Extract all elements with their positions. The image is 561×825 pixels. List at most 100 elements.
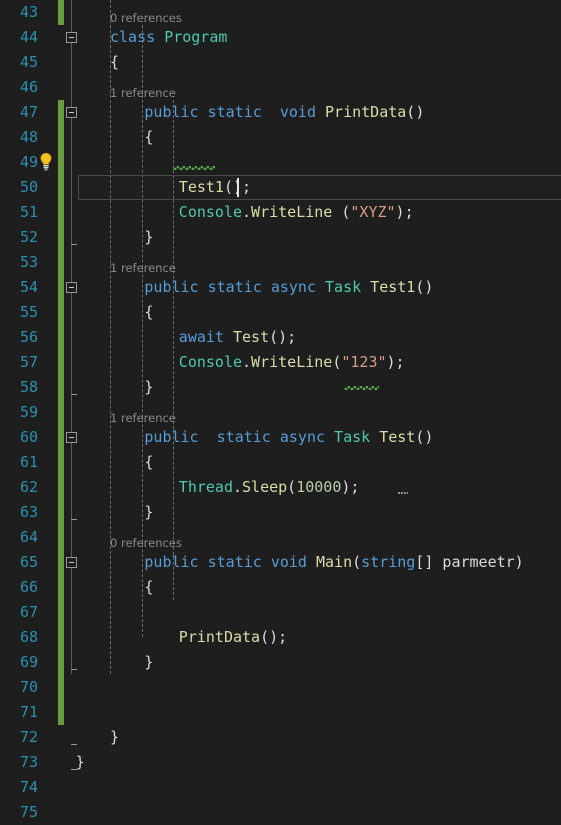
code-line[interactable]: }	[144, 225, 153, 250]
collapse-toggle[interactable]	[66, 557, 77, 568]
change-bar	[58, 425, 64, 450]
code-token: void	[270, 103, 326, 121]
code-line[interactable]: {	[144, 450, 153, 475]
code-line[interactable]: await Test();	[179, 325, 296, 350]
code-token: (	[332, 353, 342, 371]
code-line[interactable]: PrintData();	[179, 625, 287, 650]
change-bar	[58, 300, 64, 325]
line-number: 68	[19, 628, 38, 646]
code-token: (	[287, 478, 297, 496]
code-token: PrintData	[178, 628, 261, 646]
line-number: 56	[19, 328, 38, 346]
current-line-highlight	[78, 175, 561, 200]
change-bar	[58, 150, 64, 175]
code-line[interactable]: Console.WriteLine ("XYZ");	[179, 200, 414, 225]
code-token: 10000	[296, 478, 342, 496]
line-number: 49	[19, 153, 38, 171]
line-number: 50	[19, 178, 38, 196]
change-bar	[58, 375, 64, 400]
line-number: 67	[19, 603, 38, 621]
change-bar	[58, 500, 64, 525]
code-editor-canvas[interactable]: 43 44 45 46 47 48 49 50 51 52 53 54 55 56 57 58 59 60 61 62…	[0, 0, 561, 821]
change-bar	[58, 550, 64, 575]
code-token: ()	[415, 428, 434, 446]
code-line[interactable]: Test1();	[179, 175, 251, 200]
code-token: await	[178, 328, 233, 346]
lightbulb-icon[interactable]	[38, 152, 54, 172]
folding-region-end	[71, 519, 77, 520]
code-line[interactable]: {	[144, 300, 153, 325]
code-token: Test	[379, 428, 416, 446]
code-line[interactable]: }	[110, 725, 119, 750]
code-token: Test1	[370, 278, 416, 296]
code-line[interactable]: public static async Task Test()	[144, 425, 433, 450]
change-bar	[58, 650, 64, 675]
code-line[interactable]: }	[144, 500, 153, 525]
code-line[interactable]: {	[144, 125, 153, 150]
code-line[interactable]: public static void PrintData()	[144, 100, 424, 125]
change-bar	[58, 200, 64, 225]
line-number: 53	[19, 253, 38, 271]
code-token: Console	[178, 203, 243, 221]
code-token: .	[242, 353, 252, 371]
code-token: }	[144, 228, 154, 246]
folding-region-end	[71, 394, 77, 395]
collapse-toggle[interactable]	[66, 282, 77, 293]
line-number: 48	[19, 128, 38, 146]
code-line[interactable]: {	[110, 50, 119, 75]
code-token: {	[144, 128, 154, 146]
code-token: .	[242, 203, 252, 221]
folding-region-end	[71, 744, 77, 745]
line-number: 55	[19, 303, 38, 321]
code-line[interactable]: public static void Main(string[] parmeet…	[144, 550, 523, 575]
codelens-reference-link[interactable]: 0 references	[110, 6, 182, 31]
change-bar	[58, 250, 64, 275]
code-token: }	[75, 753, 85, 771]
code-token: );	[341, 478, 360, 496]
codelens-reference-link[interactable]: 0 references	[110, 531, 182, 556]
change-bar	[58, 125, 64, 150]
line-number: 66	[19, 578, 38, 596]
code-line[interactable]: }	[144, 375, 153, 400]
change-bar	[58, 100, 64, 125]
line-number: 44	[19, 28, 38, 46]
code-token: }	[144, 653, 154, 671]
code-token: "123"	[341, 353, 387, 371]
line-number: 51	[19, 203, 38, 221]
code-line[interactable]: }	[144, 650, 153, 675]
folding-region-end	[71, 669, 77, 670]
code-line[interactable]: {	[144, 575, 153, 600]
change-bar	[58, 450, 64, 475]
code-token: }	[144, 503, 154, 521]
code-token: "XYZ"	[350, 203, 396, 221]
line-number: 64	[19, 528, 38, 546]
change-bar	[58, 400, 64, 425]
change-bar	[58, 475, 64, 500]
code-token: }	[110, 728, 120, 746]
codelens-reference-link[interactable]: 1 reference	[110, 406, 176, 431]
code-token: );	[386, 353, 405, 371]
line-number: 59	[19, 403, 38, 421]
code-line[interactable]: Console.WriteLine("123");	[179, 350, 405, 375]
code-token: Task	[325, 278, 371, 296]
line-number: 61	[19, 453, 38, 471]
line-number: 75	[19, 803, 38, 821]
code-token: PrintData	[325, 103, 407, 121]
code-token: ()	[415, 278, 434, 296]
code-line[interactable]: Thread.Sleep(10000);	[179, 475, 360, 500]
codelens-reference-link[interactable]: 1 reference	[110, 256, 176, 281]
codelens-reference-link[interactable]: 1 reference	[110, 81, 176, 106]
code-token: Test1	[178, 178, 224, 196]
code-token: );	[395, 203, 414, 221]
collapse-toggle[interactable]	[66, 432, 77, 443]
collapse-toggle[interactable]	[66, 32, 77, 43]
line-number: 72	[19, 728, 38, 746]
code-token: Test	[232, 328, 270, 346]
collapse-toggle[interactable]	[66, 107, 77, 118]
code-line[interactable]: public static async Task Test1()	[144, 275, 433, 300]
code-token: ()	[406, 103, 425, 121]
code-token: Console	[178, 353, 243, 371]
folding-region-end	[71, 244, 77, 245]
code-token: Thread	[178, 478, 233, 496]
code-line[interactable]: }	[76, 750, 85, 775]
